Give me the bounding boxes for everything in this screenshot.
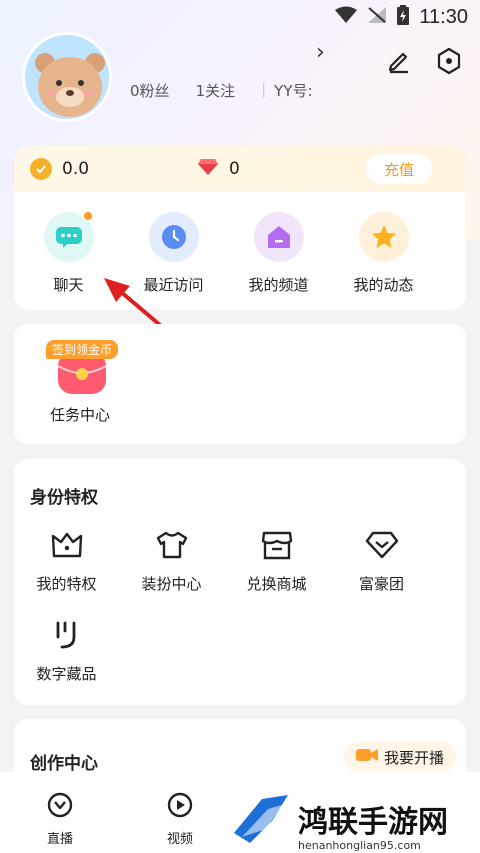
video-icon (167, 792, 193, 822)
star-icon (358, 212, 409, 262)
creation-title: 创作中心 (30, 754, 98, 774)
settings-icon[interactable] (434, 46, 464, 76)
profile-chevron-icon[interactable]: › (316, 40, 325, 65)
task-card: 签到领金币 任务中心 (14, 324, 466, 444)
identity-item-rich-club[interactable]: 富豪团 (329, 525, 434, 594)
nav-label: 视频 (166, 832, 193, 847)
diamond-icon (362, 525, 402, 565)
nav-item-live[interactable]: 直播 (0, 772, 120, 853)
identity-item-dressup[interactable]: 装扮中心 (119, 525, 224, 594)
wallet-bar: 0.0 0 充值 (14, 146, 466, 192)
avatar[interactable] (22, 32, 112, 122)
recharge-button[interactable]: 充值 (365, 154, 432, 184)
go-live-button[interactable]: 我要开播 (343, 741, 456, 773)
identity-title: 身份特权 (30, 488, 98, 508)
shirt-icon (152, 525, 192, 565)
go-live-label: 我要开播 (383, 748, 444, 767)
nav-item-video[interactable]: 视频 (120, 772, 240, 853)
quick-action-label: 我的频道 (248, 276, 309, 294)
live-icon (47, 792, 73, 822)
clock-time: 11:30 (419, 5, 468, 28)
watermark-url: henanhonglian95.com (298, 839, 421, 852)
identity-item-label: 富豪团 (358, 575, 404, 593)
identity-item-privilege[interactable]: 我的特权 (14, 525, 119, 594)
edit-icon[interactable] (384, 46, 414, 76)
quick-actions-card: 聊天 最近访问 我的频道 我的动态 (14, 192, 466, 310)
nav-label: 直播 (46, 832, 73, 847)
identity-item-label: 装扮中心 (141, 575, 202, 593)
quick-action-channel[interactable]: 我的频道 (226, 212, 331, 295)
identity-item-label: 兑换商城 (246, 575, 307, 593)
quick-action-moments[interactable]: 我的动态 (331, 212, 436, 295)
follows-count[interactable]: 1关注 (196, 80, 236, 101)
profile-stats: 0粉丝 1关注 | YY号: (130, 80, 313, 101)
identity-item-label: 我的特权 (36, 575, 97, 593)
identity-item-label: 数字藏品 (36, 665, 97, 683)
task-center-label[interactable]: 任务中心 (50, 404, 110, 425)
yy-id: YY号: (274, 82, 313, 100)
crown-icon (47, 525, 87, 565)
camera-icon (355, 747, 378, 767)
unread-dot (83, 212, 92, 220)
stats-divider: | (261, 80, 267, 98)
gem-balance: 0 (229, 159, 240, 179)
identity-item-shop[interactable]: 兑换商城 (224, 525, 329, 594)
status-bar: 11:30 (0, 0, 480, 34)
battery-icon (397, 5, 410, 29)
no-signal-icon (367, 6, 387, 28)
coin-icon (30, 158, 52, 180)
identity-card: 身份特权 我的特权 装扮中心 兑换商城 富豪团 数字藏品 (14, 459, 466, 705)
gem-icon (197, 158, 219, 180)
home-channel-icon (253, 212, 304, 262)
collectible-icon (47, 615, 87, 655)
coin-balance: 0.0 (62, 159, 90, 179)
clock-icon (148, 212, 199, 262)
identity-item-collectibles[interactable]: 数字藏品 (14, 615, 119, 684)
chat-bubble-icon (43, 212, 94, 262)
quick-action-label: 我的动态 (353, 276, 414, 294)
wifi-icon (335, 6, 358, 28)
fans-count[interactable]: 0粉丝 (130, 80, 170, 101)
watermark-text: 鸿联手游网 (298, 805, 448, 840)
quick-action-label: 聊天 (53, 276, 84, 294)
sign-in-badge[interactable]: 签到领金币 (46, 340, 119, 359)
shop-icon (257, 525, 297, 565)
watermark-logo-icon (232, 793, 290, 853)
watermark: 鸿联手游网 henanhonglian95.com (232, 793, 480, 853)
